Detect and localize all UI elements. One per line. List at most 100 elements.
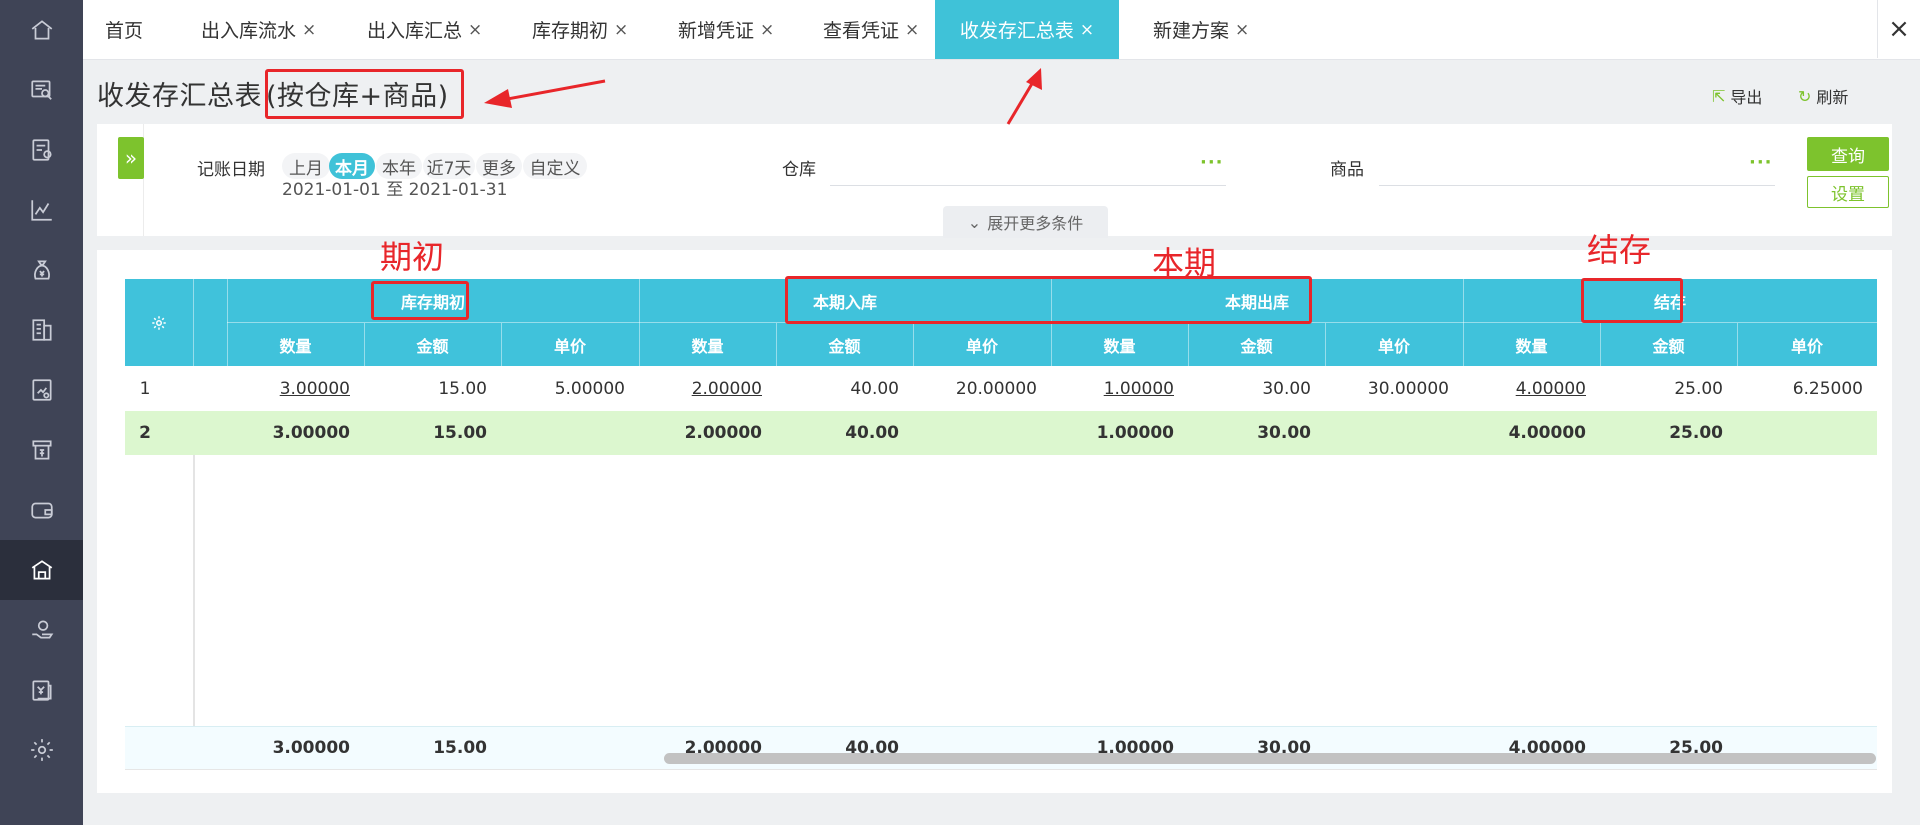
cell-inbound-qty[interactable]: 2.00000 <box>639 367 776 411</box>
total-opening-qty: 3.00000 <box>272 738 350 758</box>
cell-outbound-price: 30.00000 <box>1367 379 1449 399</box>
col-header-qty: 数量 <box>279 336 312 356</box>
annotation-opening: 期初 <box>380 238 445 276</box>
col-header-price: 单价 <box>1790 336 1823 356</box>
cell-opening-qty: 3.00000 <box>272 423 350 443</box>
search-doc-icon[interactable] <box>0 60 83 120</box>
annotation-box-opening <box>371 281 469 320</box>
wallet-icon[interactable] <box>0 480 83 540</box>
warehouse-icon[interactable] <box>0 540 83 600</box>
table-row-subtotal[interactable]: 2 3.00000 15.00 2.00000 40.00 1.00000 30… <box>125 411 1877 455</box>
refresh-button[interactable]: ↻ 刷新 <box>1798 84 1848 108</box>
tab-close-icon[interactable]: × <box>468 20 482 40</box>
date-label: 记账日期 <box>197 160 265 180</box>
settings-button[interactable]: 设置 <box>1807 176 1889 208</box>
gear-icon[interactable] <box>0 720 83 780</box>
annotation-arrow-tab <box>1006 81 1035 125</box>
row-number: 2 <box>139 423 151 443</box>
money-bag-icon[interactable] <box>0 240 83 300</box>
cell-outbound-amount: 30.00 <box>1257 423 1311 443</box>
cell-closing-qty[interactable]: 4.00000 <box>1463 367 1600 411</box>
ledger-icon[interactable] <box>0 300 83 360</box>
chevron-down-icon: ⌄ <box>967 212 982 232</box>
tab-close-icon[interactable]: × <box>614 20 628 40</box>
cell-inbound-amount: 40.00 <box>850 379 899 399</box>
tab-new-voucher[interactable]: 新增凭证 × <box>678 0 774 59</box>
tab-stock-flow[interactable]: 出入库流水 × <box>201 0 316 59</box>
tab-view-voucher[interactable]: 查看凭证 × <box>823 0 919 59</box>
col-header-qty: 数量 <box>691 336 724 356</box>
cell-closing-price: 6.25000 <box>1792 379 1863 399</box>
cell-closing-amount: 25.00 <box>1669 423 1723 443</box>
cell-outbound-amount: 30.00 <box>1262 379 1311 399</box>
cell-outbound-qty: 1.00000 <box>1096 423 1174 443</box>
tab-close-icon[interactable]: × <box>905 20 919 40</box>
annotation-arrowhead-title <box>484 89 512 108</box>
tab-bar: 首页 出入库流水 × 出入库汇总 × 库存期初 × 新增凭证 × 查看凭证 × 收发存汇总… <box>83 0 1920 60</box>
hand-coin-icon[interactable] <box>0 600 83 660</box>
voucher-icon[interactable] <box>0 120 83 180</box>
cell-outbound-qty[interactable]: 1.00000 <box>1051 367 1188 411</box>
warehouse-label: 仓库 <box>782 160 816 180</box>
date-chip-custom[interactable]: 自定义 <box>523 153 587 179</box>
chart-icon[interactable] <box>0 180 83 240</box>
cell-outbound-price <box>1325 411 1463 455</box>
table-row[interactable]: 1 3.00000 15.00 5.00000 2.00000 40.00 20… <box>125 367 1877 412</box>
col-header-amount: 金额 <box>1240 336 1273 356</box>
cell-inbound-qty: 2.00000 <box>684 423 762 443</box>
col-header-price: 单价 <box>965 336 998 356</box>
asset-icon[interactable] <box>0 420 83 480</box>
total-opening-amount: 15.00 <box>433 738 487 758</box>
horizontal-scrollbar[interactable] <box>664 753 1876 764</box>
cell-closing-amount: 25.00 <box>1674 379 1723 399</box>
export-icon: ⇱ <box>1712 86 1726 106</box>
page-title-text: 收发存汇总表 <box>97 81 262 112</box>
sidebar <box>0 0 83 825</box>
invoice-icon[interactable] <box>0 660 83 720</box>
tab-home[interactable]: 首页 <box>105 0 143 59</box>
expand-sidebar-button[interactable]: » <box>118 137 144 179</box>
close-window-icon[interactable]: × <box>1877 0 1920 58</box>
column-settings-gear-icon[interactable] <box>125 279 193 366</box>
cell-inbound-price: 20.00000 <box>955 379 1037 399</box>
row-number: 1 <box>139 379 151 399</box>
tab-stock-summary[interactable]: 出入库汇总 × <box>367 0 482 59</box>
refresh-icon: ↻ <box>1798 86 1812 106</box>
export-button[interactable]: ⇱ 导出 <box>1712 84 1762 108</box>
tab-close-icon[interactable]: × <box>760 20 774 40</box>
tab-new-plan[interactable]: 新建方案 × <box>1153 0 1249 59</box>
report-icon[interactable] <box>0 360 83 420</box>
column-divider <box>193 455 195 768</box>
annotation-box-subtitle <box>265 69 464 119</box>
warehouse-picker-icon[interactable]: ··· <box>1200 152 1224 173</box>
col-header-amount: 金额 <box>1652 336 1685 356</box>
cell-opening-qty[interactable]: 3.00000 <box>227 367 364 411</box>
annotation-closing: 结存 <box>1587 231 1652 269</box>
cell-opening-price <box>501 411 639 455</box>
tab-close-icon[interactable]: × <box>1080 20 1094 40</box>
col-header-amount: 金额 <box>416 336 449 356</box>
cell-inbound-amount: 40.00 <box>845 423 899 443</box>
product-input[interactable] <box>1379 185 1775 186</box>
col-header-qty: 数量 <box>1515 336 1548 356</box>
col-header-price: 单价 <box>1377 336 1410 356</box>
date-range-text: 2021-01-01 至 2021-01-31 <box>282 180 508 200</box>
annotation-box-closing <box>1581 278 1683 323</box>
col-header-amount: 金额 <box>828 336 861 356</box>
query-button[interactable]: 查询 <box>1807 137 1889 171</box>
expand-more-conditions-button[interactable]: ⌄ 展开更多条件 <box>943 206 1108 238</box>
product-picker-icon[interactable]: ··· <box>1749 152 1773 173</box>
col-header-qty: 数量 <box>1103 336 1136 356</box>
total-opening-price <box>501 727 639 769</box>
tab-close-icon[interactable]: × <box>1235 20 1249 40</box>
annotation-arrow-title <box>501 79 606 102</box>
warehouse-input[interactable] <box>830 185 1226 186</box>
tab-close-icon[interactable]: × <box>302 20 316 40</box>
home-icon[interactable] <box>0 0 83 60</box>
annotation-box-current <box>785 276 1312 324</box>
tab-inventory-summary[interactable]: 收发存汇总表 × <box>935 0 1119 59</box>
cell-inbound-price <box>913 411 1051 455</box>
annotation-arrowhead-tab <box>1026 68 1042 90</box>
tab-opening-stock[interactable]: 库存期初 × <box>532 0 628 59</box>
cell-opening-amount: 15.00 <box>433 423 487 443</box>
